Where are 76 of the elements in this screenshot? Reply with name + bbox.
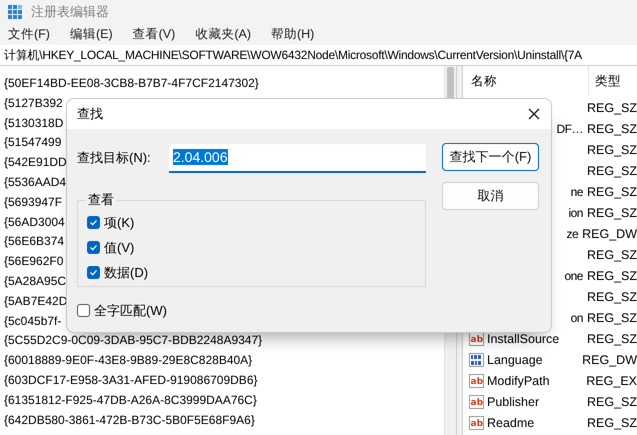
- value-name: InstallSource: [487, 332, 560, 346]
- tree-item[interactable]: {56AD3004: [4, 212, 65, 232]
- tree-item[interactable]: {50EF14BD-EE08-3CB8-B7B7-4F7CF2147302}: [4, 74, 259, 94]
- tree-item[interactable]: {51547499: [4, 133, 62, 154]
- value-name: Publisher: [487, 394, 540, 408]
- menu-item[interactable]: 编辑(E): [64, 26, 119, 43]
- string-value-icon: ab: [469, 416, 484, 430]
- value-type: REG_SZ: [586, 206, 637, 220]
- string-value-icon: ab: [469, 394, 484, 408]
- group-title: 查看: [87, 191, 115, 209]
- value-type: REG_SZ: [586, 332, 637, 346]
- value-name: ze: [566, 226, 578, 240]
- menu-item[interactable]: 收藏夹(A): [189, 26, 257, 43]
- value-type: REG_SZ: [586, 394, 637, 408]
- value-type: REG_SZ: [586, 268, 637, 282]
- binary-value-icon: [469, 352, 484, 366]
- checkbox-label: 值(V): [104, 238, 134, 256]
- tree-item[interactable]: {5A28A95C: [4, 272, 66, 292]
- tree-item[interactable]: {5130318D: [4, 114, 64, 134]
- checkbox-label: 数据(D): [104, 264, 148, 282]
- string-value-icon: ab: [469, 374, 484, 388]
- tree-item[interactable]: {642DB580-3861-472B-B73C-5B0F5E68F9A6}: [4, 410, 255, 430]
- tree-item[interactable]: {542E91DD: [4, 153, 67, 173]
- value-name: Readme: [487, 416, 534, 430]
- column-header[interactable]: 类型: [589, 72, 621, 90]
- tree-item[interactable]: {5693947F: [4, 192, 62, 213]
- field-label: 查找目标(N):: [77, 149, 152, 167]
- value-type: REG_DW: [581, 352, 637, 366]
- checkbox[interactable]: [87, 216, 100, 229]
- string-value-icon: ab: [469, 332, 484, 346]
- tree-item[interactable]: {5536AAD4: [4, 172, 66, 193]
- checkbox[interactable]: [77, 304, 90, 317]
- value-name: one: [564, 268, 583, 282]
- menu-item[interactable]: 帮助(H): [264, 26, 320, 43]
- tree-item[interactable]: {5c045b7f-: [4, 312, 62, 332]
- value-type: REG_EX: [585, 374, 637, 388]
- value-type: REG_SZ: [586, 122, 637, 136]
- value-name: ModifyPath: [487, 374, 550, 388]
- tree-item[interactable]: {5C55D2C9-0C09-3DAB-95C7-BDB2248A9347}: [4, 331, 262, 352]
- value-type: REG_SZ: [586, 100, 637, 114]
- value-type: REG_SZ: [586, 164, 637, 178]
- value-type: REG_SZ: [586, 142, 637, 156]
- tree-item[interactable]: {56E6B374: [4, 232, 64, 252]
- value-type: REG_SZ: [586, 290, 637, 304]
- value-type: REG_DW: [581, 226, 637, 240]
- value-type: REG_SZ: [586, 310, 637, 324]
- value-name: Language: [487, 352, 543, 366]
- tree-item[interactable]: {56E962F0: [4, 252, 64, 272]
- tree-item[interactable]: {61351812-F925-47DB-A26A-8C3999DAA76C}: [4, 390, 257, 411]
- find-input-field[interactable]: 2.04.006: [169, 144, 426, 172]
- dialog-button[interactable]: 取消: [442, 182, 539, 210]
- tree-item[interactable]: {5127B392: [4, 94, 63, 114]
- registry-grid-icon: [8, 5, 22, 19]
- tree-item[interactable]: {603DCF17-E958-3A31-AFED-919086709DB6}: [4, 370, 258, 391]
- checkbox-label: 项(K): [104, 214, 134, 232]
- checkbox[interactable]: [87, 241, 100, 254]
- value-name: ion: [568, 206, 583, 220]
- checkbox[interactable]: [87, 266, 100, 279]
- tree-item[interactable]: {60018889-9E0F-43E8-9B89-29E8C828B40A}: [4, 351, 252, 371]
- value-type: REG_SZ: [586, 248, 637, 262]
- value-name: DF…: [556, 122, 583, 136]
- menu-item[interactable]: 查看(V): [126, 26, 182, 43]
- checkbox-label: 全字匹配(W): [94, 302, 167, 320]
- value-type: REG_SZ: [586, 416, 637, 430]
- dialog-button[interactable]: 查找下一个(F): [442, 143, 539, 171]
- dialog-title: 查找: [77, 105, 103, 123]
- value-type: REG_SZ: [586, 184, 637, 198]
- value-name: ne: [570, 184, 583, 198]
- tree-item[interactable]: {5AB7E42D: [4, 292, 68, 312]
- value-name: on: [570, 310, 583, 324]
- checkmark-icon: [89, 218, 98, 227]
- checkmark-icon: [89, 268, 98, 277]
- menu-item[interactable]: 文件(F): [2, 26, 56, 43]
- window-title: 注册表编辑器: [31, 3, 109, 21]
- column-header[interactable]: 名称: [463, 66, 589, 96]
- checkmark-icon: [89, 243, 98, 252]
